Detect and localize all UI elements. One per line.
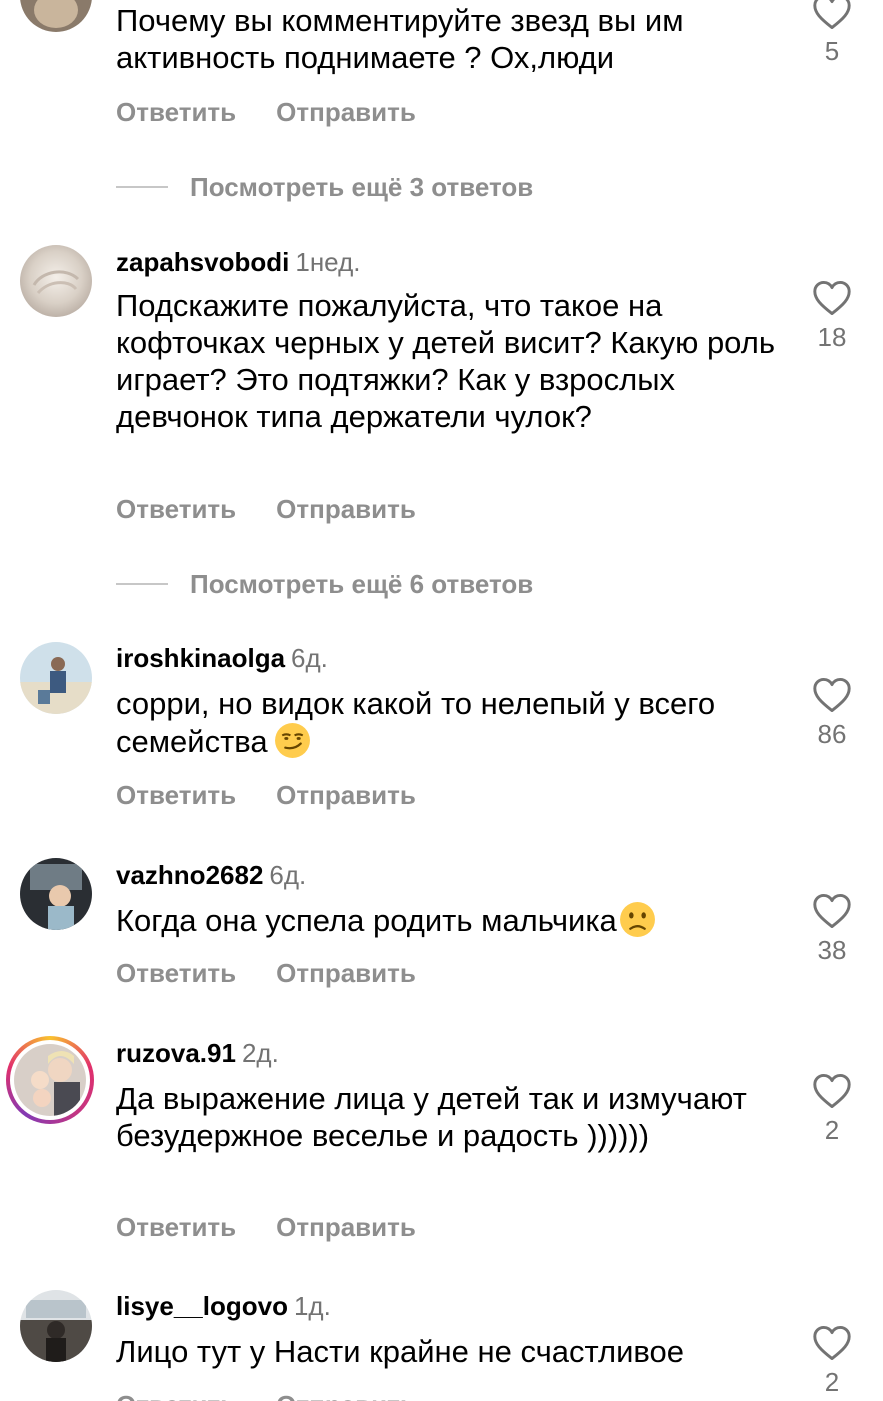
heart-icon bbox=[813, 1325, 851, 1361]
avatar-image bbox=[20, 1290, 92, 1362]
reply-button[interactable]: Ответить bbox=[116, 95, 236, 129]
avatar[interactable] bbox=[20, 245, 92, 317]
like-count: 38 bbox=[817, 935, 847, 965]
comment-meta: vazhno2682 6д. bbox=[116, 859, 306, 891]
like-count: 5 bbox=[824, 36, 840, 66]
like-button[interactable]: 5 bbox=[808, 0, 856, 66]
comment-text: Когда она успела родить мальчика bbox=[116, 901, 776, 939]
avatar-image bbox=[20, 0, 92, 32]
like-button[interactable]: 38 bbox=[808, 893, 856, 965]
reply-button[interactable]: Ответить bbox=[116, 492, 236, 526]
avatar-ring-inner bbox=[10, 1040, 90, 1120]
comment-meta: iroshkinaolga 6д. bbox=[116, 642, 328, 674]
view-replies-label: Посмотреть ещё 6 ответов bbox=[190, 569, 534, 599]
reply-button[interactable]: Ответить bbox=[116, 1210, 236, 1244]
like-count: 86 bbox=[817, 719, 847, 749]
reply-button[interactable]: Ответить bbox=[116, 956, 236, 990]
avatar-image bbox=[20, 642, 92, 714]
like-count: 18 bbox=[817, 322, 847, 352]
like-count: 2 bbox=[824, 1367, 840, 1397]
send-button[interactable]: Отправить bbox=[276, 1210, 416, 1244]
comment-actions: Ответить Отправить bbox=[116, 492, 416, 526]
like-button[interactable]: 2 bbox=[808, 1325, 856, 1397]
avatar-image bbox=[14, 1044, 86, 1116]
avatar[interactable] bbox=[20, 642, 92, 714]
divider-line bbox=[116, 583, 168, 586]
comment-meta: lisye__logovo 1д. bbox=[116, 1290, 331, 1322]
like-button[interactable]: 2 bbox=[808, 1073, 856, 1145]
view-replies-button[interactable]: Посмотреть ещё 6 ответов bbox=[116, 567, 533, 601]
confused-emoji-icon bbox=[619, 902, 655, 937]
smirk-emoji-icon bbox=[274, 723, 310, 758]
comment-text-content: сорри, но видок какой то нелепый у всего… bbox=[116, 686, 716, 759]
username[interactable]: zapahsvobodi bbox=[116, 247, 289, 277]
comment-actions: Ответить Отправить bbox=[116, 956, 416, 990]
like-button[interactable]: 86 bbox=[808, 677, 856, 749]
reply-button[interactable]: Ответить bbox=[116, 1388, 236, 1401]
reply-button[interactable]: Ответить bbox=[116, 778, 236, 812]
comment-text: сорри, но видок какой то нелепый у всего… bbox=[116, 685, 776, 760]
comment-text: Да выражение лица у детей так и измучают… bbox=[116, 1081, 747, 1153]
comment-actions: Ответить Отправить bbox=[116, 95, 416, 129]
comment-actions: Ответить Отправить bbox=[116, 1210, 416, 1244]
heart-icon bbox=[813, 0, 851, 30]
view-replies-button[interactable]: Посмотреть ещё 3 ответов bbox=[116, 170, 533, 204]
heart-icon bbox=[813, 893, 851, 929]
send-button[interactable]: Отправить bbox=[276, 492, 416, 526]
like-count: 2 bbox=[824, 1115, 840, 1145]
timestamp: 6д. bbox=[291, 643, 328, 673]
timestamp: 6д. bbox=[269, 860, 307, 890]
avatar-story-ring[interactable] bbox=[6, 1036, 94, 1124]
avatar[interactable] bbox=[20, 0, 92, 32]
send-button[interactable]: Отправить bbox=[276, 1388, 416, 1401]
timestamp: 1д. bbox=[293, 1291, 331, 1321]
comment-meta: ruzova.91 2д. bbox=[116, 1037, 279, 1069]
comment-meta: zapahsvobodi 1нед. bbox=[116, 246, 360, 278]
timestamp: 1нед. bbox=[295, 247, 361, 277]
send-button[interactable]: Отправить bbox=[276, 956, 416, 990]
comments-list: Почему вы комментируйте звезд вы им акти… bbox=[0, 0, 883, 1401]
avatar[interactable] bbox=[20, 858, 92, 930]
comment-text: Подскажите пожалуйста, что такое на кофт… bbox=[116, 288, 775, 434]
send-button[interactable]: Отправить bbox=[276, 778, 416, 812]
avatar bbox=[14, 1044, 86, 1116]
comment-text-content: Когда она успела родить мальчика bbox=[116, 903, 617, 938]
username[interactable]: iroshkinaolga bbox=[116, 643, 285, 673]
username[interactable]: ruzova.91 bbox=[116, 1038, 236, 1068]
avatar[interactable] bbox=[20, 1290, 92, 1362]
comment-text: Почему вы комментируйте звезд вы им акти… bbox=[116, 3, 684, 75]
view-replies-label: Посмотреть ещё 3 ответов bbox=[190, 172, 534, 202]
timestamp: 2д. bbox=[241, 1038, 279, 1068]
divider-line bbox=[116, 186, 168, 189]
heart-icon bbox=[813, 280, 851, 316]
heart-icon bbox=[813, 1073, 851, 1109]
avatar-image bbox=[20, 245, 92, 317]
heart-icon bbox=[813, 677, 851, 713]
send-button[interactable]: Отправить bbox=[276, 95, 416, 129]
like-button[interactable]: 18 bbox=[808, 280, 856, 352]
username[interactable]: lisye__logovo bbox=[116, 1291, 288, 1321]
comment-actions: Ответить Отправить bbox=[116, 1388, 416, 1401]
comment-text: Лицо тут у Насти крайне не счастливое bbox=[116, 1334, 685, 1369]
username[interactable]: vazhno2682 bbox=[116, 860, 263, 890]
comment-actions: Ответить Отправить bbox=[116, 778, 416, 812]
avatar-image bbox=[20, 858, 92, 930]
